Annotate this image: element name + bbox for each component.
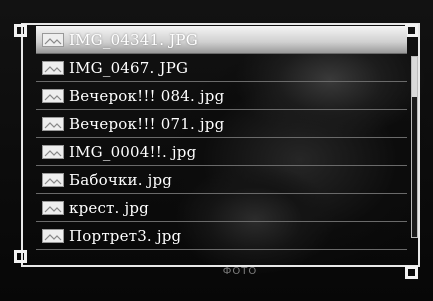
frame-corner-bottom-right [405, 266, 418, 279]
list-scrollbar[interactable] [411, 56, 418, 238]
image-file-icon [42, 88, 64, 103]
file-name: Бабочки. jpg [69, 170, 173, 189]
file-name: IMG_0467. JPG [69, 58, 189, 77]
file-row[interactable]: Вечерок!!! 071. jpg [36, 110, 407, 138]
image-file-icon [42, 200, 64, 215]
file-name: IMG_04341. JPG [69, 30, 198, 49]
image-file-icon [42, 144, 64, 159]
image-file-icon [42, 60, 64, 75]
file-name: крест. jpg [69, 198, 149, 217]
photo-browser-screen: IMG_04341. JPG IMG_0467. JPG Вечерок!!! … [0, 0, 433, 301]
image-file-icon [42, 32, 64, 47]
file-row[interactable]: Бабочки. jpg [36, 166, 407, 194]
file-list: IMG_04341. JPG IMG_0467. JPG Вечерок!!! … [36, 26, 407, 250]
file-row[interactable]: Вечерок!!! 084. jpg [36, 82, 407, 110]
frame-corner-bottom-left [14, 250, 27, 263]
file-row[interactable]: крест. jpg [36, 194, 407, 222]
scrollbar-thumb[interactable] [412, 57, 417, 97]
file-name: Портрет3. jpg [69, 226, 182, 245]
file-name: IMG_0004!!. jpg [69, 142, 197, 161]
file-name: Вечерок!!! 084. jpg [69, 86, 225, 105]
image-file-icon [42, 116, 64, 131]
image-file-icon [42, 172, 64, 187]
file-row[interactable]: IMG_0004!!. jpg [36, 138, 407, 166]
frame-corner-top-left [14, 24, 27, 37]
file-row[interactable]: Портрет3. jpg [36, 222, 407, 250]
footer-section-label: ФОТО [222, 266, 258, 277]
file-row[interactable]: IMG_0467. JPG [36, 54, 407, 82]
image-file-icon [42, 228, 64, 243]
file-row[interactable]: IMG_04341. JPG [36, 26, 407, 54]
file-name: Вечерок!!! 071. jpg [69, 114, 225, 133]
